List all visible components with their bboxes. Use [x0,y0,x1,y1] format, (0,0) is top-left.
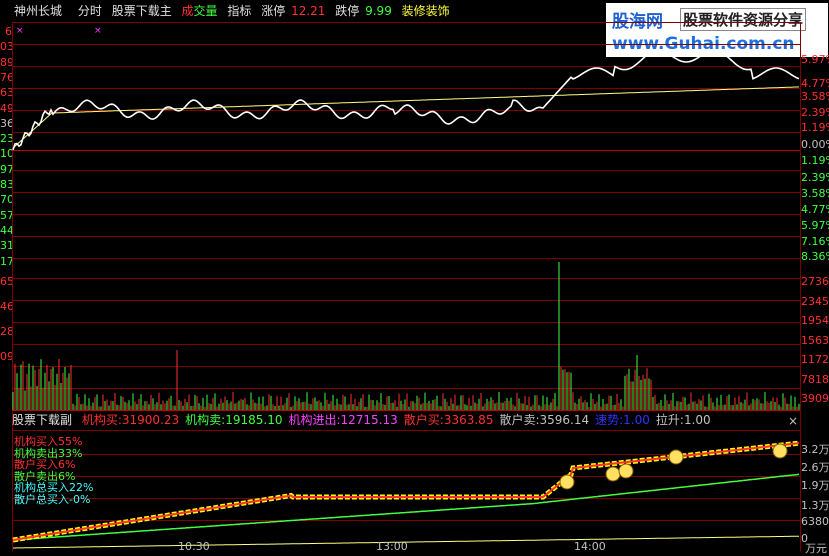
volume-right-label: 7818 [801,373,829,386]
metric-value: 3596.14 [539,413,590,427]
time-axis-label: 14:00 [574,540,606,553]
price-left-label: 63 [0,87,12,100]
price-right-label: 4.77% [801,204,829,216]
price-right-label: 1.19% [801,155,829,167]
metric-label: 拉升: [655,413,684,427]
volume-chart [12,262,800,410]
price-right-label: 4.77% [801,78,829,90]
institution-sell-line [12,473,800,541]
price-right-label: 7.16% [801,236,829,248]
smiley-icon [618,463,634,479]
metric-value: 3363.85 [443,413,494,427]
price-left-label: 76 [0,71,12,84]
metric-label: 散户买: [403,413,444,427]
metric-label: 散户卖: [499,413,540,427]
metric-value: 12715.13 [340,413,398,427]
volume-right-label: 2345 [801,295,829,308]
price-left-label: 89 [0,56,12,69]
metric-label: 机构卖: [185,413,226,427]
price-right-label: 8.36% [801,251,829,263]
flow-right-label: 3.2万 [801,444,829,456]
average-price-line [12,86,800,149]
chart-canvas[interactable]: × × [0,0,829,551]
volume-left-label: 65 [0,276,12,288]
flow-right-label: 1.9万 [801,480,829,492]
sub-panel-metrics: 机构买:31900.23 机构卖:19185.10 机构进出:12715.13 散户买… [76,413,711,427]
price-right-label: 0.00% [801,139,829,151]
volume-left-label: 28 [0,326,12,338]
capital-flow-chart [12,440,800,549]
price-left-label: 10 [0,148,12,161]
price-left-label: 23 [0,133,12,146]
marker-icon: × [16,26,24,36]
marker-icon: × [94,26,102,36]
price-right-label: 1.19% [801,122,829,134]
price-left-label: 97 [0,163,12,176]
volume-left-label: 46 [0,301,12,313]
price-left-label: 70 [0,194,12,207]
smiley-icon [772,443,788,459]
legend-item: 散户买入6% [14,458,76,471]
price-left-label: 49 [0,102,12,115]
price-left-label: 36 [0,117,12,130]
flow-right-label: 6380 [801,516,829,528]
smiley-icon [559,474,575,490]
metric-label: 速势: [595,413,624,427]
volume-right-label: 1172 [801,354,829,366]
legend-item: 机构买入55% [14,435,83,448]
price-chart: × × [12,26,800,151]
price-left-label: 03 [0,41,12,54]
price-right-label: 2.39% [801,107,829,119]
price-right-label: 2.39% [801,172,829,184]
metric-value: 1.00 [683,413,711,427]
metric-value: 1.00 [623,413,650,427]
time-axis-label: 13:00 [376,540,408,553]
price-right-label: 5.97% [801,220,829,232]
price-left-label: 44 [0,224,12,237]
smiley-icon [605,466,621,482]
price-left-label: 83 [0,179,12,191]
metric-label: 机构买: [81,413,122,427]
legend-item: 散户总买入-0% [14,492,91,506]
metric-value: 19185.10 [225,413,283,427]
price-left-label: 57 [0,209,12,222]
volume-left-label: 09 [0,351,12,363]
flow-right-label: 2.6万 [801,462,829,474]
volume-right-label: 1563 [801,334,829,347]
sub-panel-legend: 机构买入55% 机构卖出33% 散户买入6% 散户卖出6% 机构总买入22% 散户总买入-… [14,436,93,505]
volume-right-label: 2736 [801,276,829,288]
legend-item: 机构总买入22% [14,481,94,494]
time-axis-label: 10:30 [178,540,210,553]
volume-right-label: 3909 [801,393,829,405]
time-axis-label: 万元 [805,542,827,555]
price-left-label: 31 [0,240,12,253]
price-right-label: 3.58% [801,188,829,200]
flow-right-label: 1.3万 [801,500,829,512]
price-left-label: 6 [5,26,12,38]
metric-value: 31900.23 [121,413,180,427]
price-right-label: 3.58% [801,91,829,103]
sub-panel-title[interactable]: 股票下载副 [12,413,72,427]
price-right-label: 5.97% [801,54,829,66]
sub-panel-header: 股票下载副 机构买:31900.23 机构卖:19185.10 机构进出:12715… [12,411,711,429]
metric-label: 机构进出: [288,413,341,427]
smiley-icon [668,449,684,465]
price-left-label: 17 [0,255,12,268]
close-icon[interactable]: × [788,414,798,428]
volume-right-label: 1954 [801,315,829,327]
